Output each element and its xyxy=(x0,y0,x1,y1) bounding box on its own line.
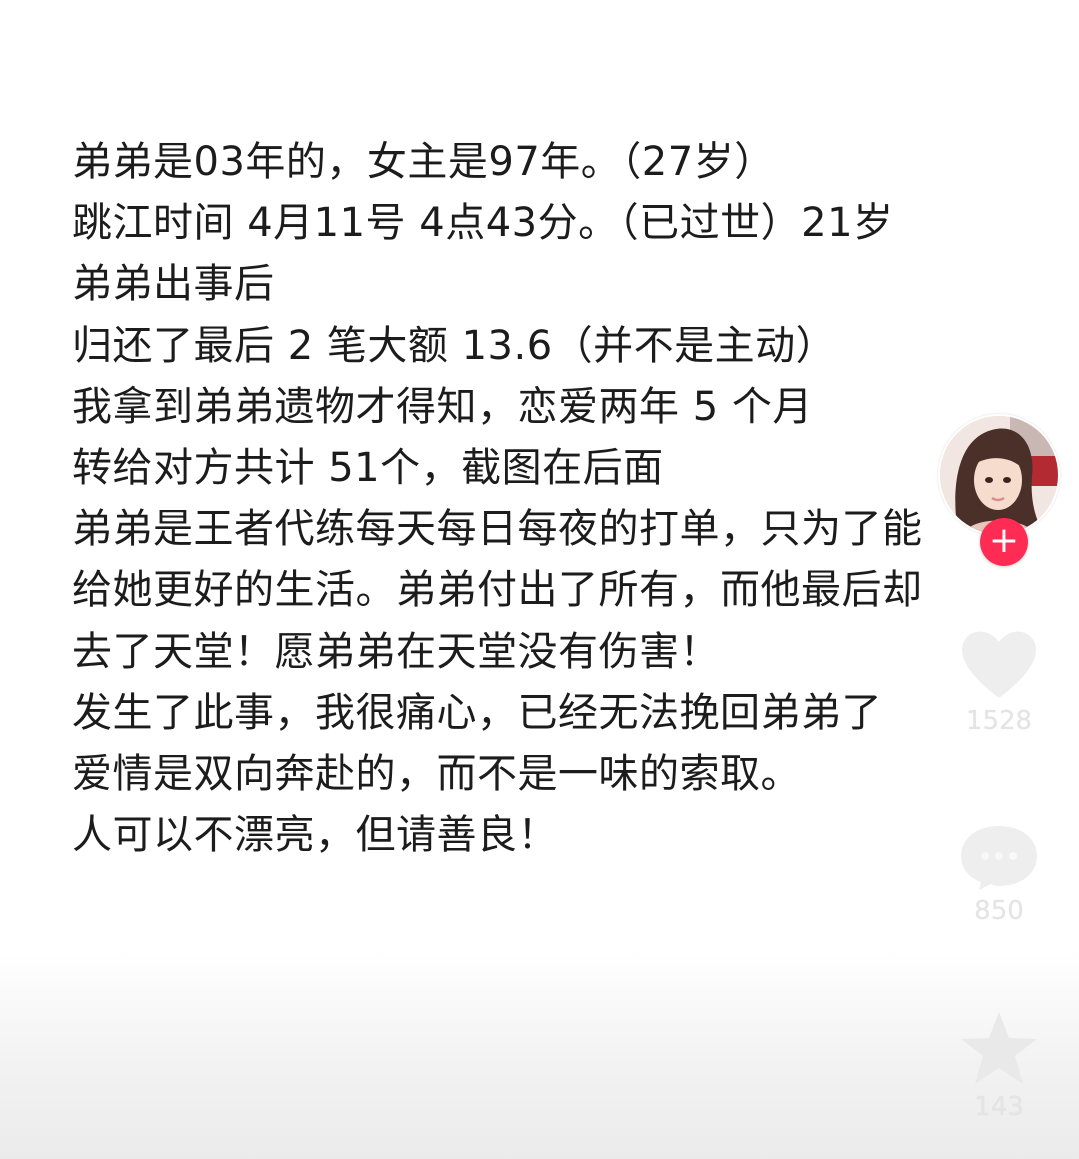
caption-line: 人可以不漂亮，但请善良！ xyxy=(72,812,558,859)
caption-line: 弟弟出事后 xyxy=(72,261,275,308)
heart-icon xyxy=(962,631,1036,698)
caption-line: 去了天堂！愿弟弟在天堂没有伤害！ xyxy=(72,628,720,675)
star-icon xyxy=(961,1012,1037,1084)
caption-line: 发生了此事，我很痛心，已经无法挽回弟弟了 xyxy=(72,689,882,736)
author-avatar-button[interactable]: + xyxy=(938,414,1060,566)
caption-line: 弟弟是王者代练每天每日每夜的打单，只为了能 xyxy=(72,506,923,553)
caption-line: 给她更好的生活。弟弟付出了所有，而他最后却 xyxy=(72,567,923,614)
like-count: 1528 xyxy=(965,706,1033,736)
avatar-portrait-image xyxy=(940,416,1058,534)
follow-plus-button[interactable]: + xyxy=(980,518,1028,566)
comment-button[interactable]: 850 xyxy=(944,822,1054,926)
caption-line: 归还了最后 2 笔大额 13.6（并不是主动） xyxy=(72,322,837,369)
favorite-count: 143 xyxy=(974,1092,1024,1122)
post-caption: 弟弟是03年的，女主是97年。（27岁） 跳江时间 4月11号 4点43分。（已… xyxy=(72,132,1002,866)
post-screen: 弟弟是03年的，女主是97年。（27岁） 跳江时间 4月11号 4点43分。（已… xyxy=(0,0,1079,1159)
caption-line: 我拿到弟弟遗物才得知，恋爱两年 5 个月 xyxy=(72,383,813,430)
caption-line: 转给对方共计 51个，截图在后面 xyxy=(72,445,664,492)
comment-bubble-icon xyxy=(961,826,1037,890)
action-rail: + 1528 850 143 xyxy=(930,410,1070,1150)
caption-line: 爱情是双向奔赴的，而不是一味的索取。 xyxy=(72,751,801,798)
caption-line: 弟弟是03年的，女主是97年。（27岁） xyxy=(72,139,775,185)
comment-count: 850 xyxy=(974,896,1024,926)
favorite-button[interactable]: 143 xyxy=(944,1008,1054,1122)
caption-line: 跳江时间 4月11号 4点43分。（已过世）21岁 xyxy=(72,200,894,247)
like-button[interactable]: 1528 xyxy=(944,626,1054,736)
